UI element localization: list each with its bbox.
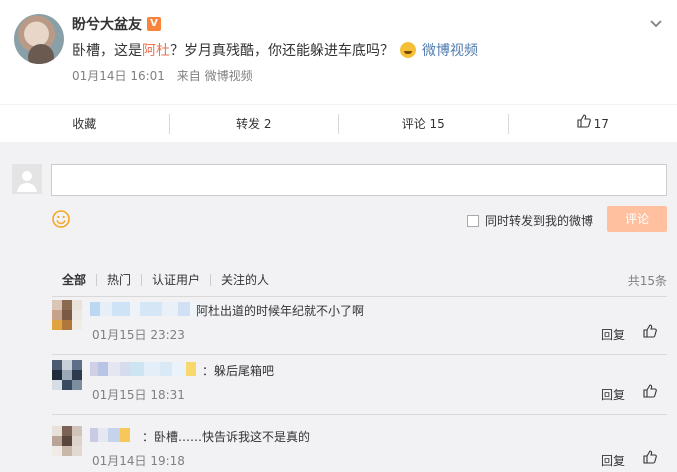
thumbs-up-icon[interactable] (643, 384, 657, 401)
comment-date[interactable]: 01月15日 23:23 (92, 326, 185, 343)
post-source[interactable]: 来自 微博视频 (177, 69, 253, 83)
tab-hot[interactable]: 热门 (96, 274, 141, 286)
tab-verified[interactable]: 认证用户 (141, 274, 210, 286)
reply-button[interactable]: 回复 (601, 452, 625, 469)
submit-comment-button[interactable]: 评论 (607, 206, 667, 232)
thumbs-up-icon[interactable] (643, 450, 657, 467)
like-button[interactable]: 17 (507, 113, 677, 134)
verified-badge-icon: V (147, 17, 161, 31)
chevron-down-icon[interactable] (649, 14, 663, 33)
post-meta: 01月14日 16:01 来自 微博视频 (72, 67, 261, 84)
repost-checkbox[interactable] (467, 214, 479, 227)
my-avatar (12, 164, 42, 194)
post-date[interactable]: 01月14日 16:01 (72, 69, 165, 83)
repost-checkbox-row[interactable]: 同时转发到我的微博 (467, 212, 593, 229)
post-author[interactable]: 盼兮大盆友 V (72, 14, 161, 34)
post-text: 卧槽，这是 阿杜 ？岁月真残酷，你还能躲进车底吗？ 微博视频 (72, 40, 478, 60)
comment-text: 阿杜出道的时候年纪就不小了啊 (196, 304, 365, 318)
commenter-avatar[interactable] (52, 300, 82, 330)
comment-date[interactable]: 01月14日 19:18 (92, 452, 185, 469)
divider (52, 354, 667, 355)
comment-button[interactable]: 评论 15 (338, 113, 508, 134)
weibo-post: 盼兮大盆友 V 卧槽，这是 阿杜 ？岁月真残酷，你还能躲进车底吗？ 微博视频 0… (0, 0, 677, 104)
tab-all[interactable]: 全部 (52, 274, 96, 286)
video-link[interactable]: 微博视频 (422, 40, 478, 60)
divider (52, 296, 667, 297)
tab-following[interactable]: 关注的人 (210, 274, 279, 286)
laugh-emoji-icon (400, 42, 416, 58)
comment-date[interactable]: 01月15日 18:31 (92, 386, 185, 403)
comment-filter-tabs: 全部 热门 认证用户 关注的人 共15条 (52, 270, 667, 290)
comment-text: ：卧槽……快告诉我这不是真的 (142, 430, 311, 444)
favorite-button[interactable]: 收藏 (0, 114, 169, 134)
commenter-name-redacted[interactable] (90, 428, 130, 444)
comment-text: ：躲后尾箱吧 (202, 364, 275, 378)
mention-link[interactable]: 阿杜 (142, 40, 170, 60)
repost-button[interactable]: 转发 2 (168, 113, 339, 134)
divider (52, 414, 667, 415)
commenter-name-redacted[interactable] (90, 362, 196, 378)
comment-count: 共15条 (627, 273, 667, 288)
commenter-avatar[interactable] (52, 360, 82, 390)
comment-section: 同时转发到我的微博 评论 全部 热门 认证用户 关注的人 共15条 阿杜出道的时… (0, 142, 677, 472)
commenter-name-redacted[interactable] (90, 302, 202, 318)
thumbs-up-icon[interactable] (643, 324, 657, 341)
avatar[interactable] (14, 14, 64, 64)
emoji-picker-icon[interactable] (52, 210, 70, 231)
commenter-avatar[interactable] (52, 426, 82, 456)
username[interactable]: 盼兮大盆友 (72, 14, 142, 34)
action-bar: 收藏 转发 2 评论 15 17 (0, 104, 677, 142)
reply-button[interactable]: 回复 (601, 326, 625, 343)
thumbs-up-icon (577, 114, 591, 134)
reply-button[interactable]: 回复 (601, 386, 625, 403)
comment-input[interactable] (51, 164, 667, 196)
repost-label: 同时转发到我的微博 (485, 214, 594, 228)
